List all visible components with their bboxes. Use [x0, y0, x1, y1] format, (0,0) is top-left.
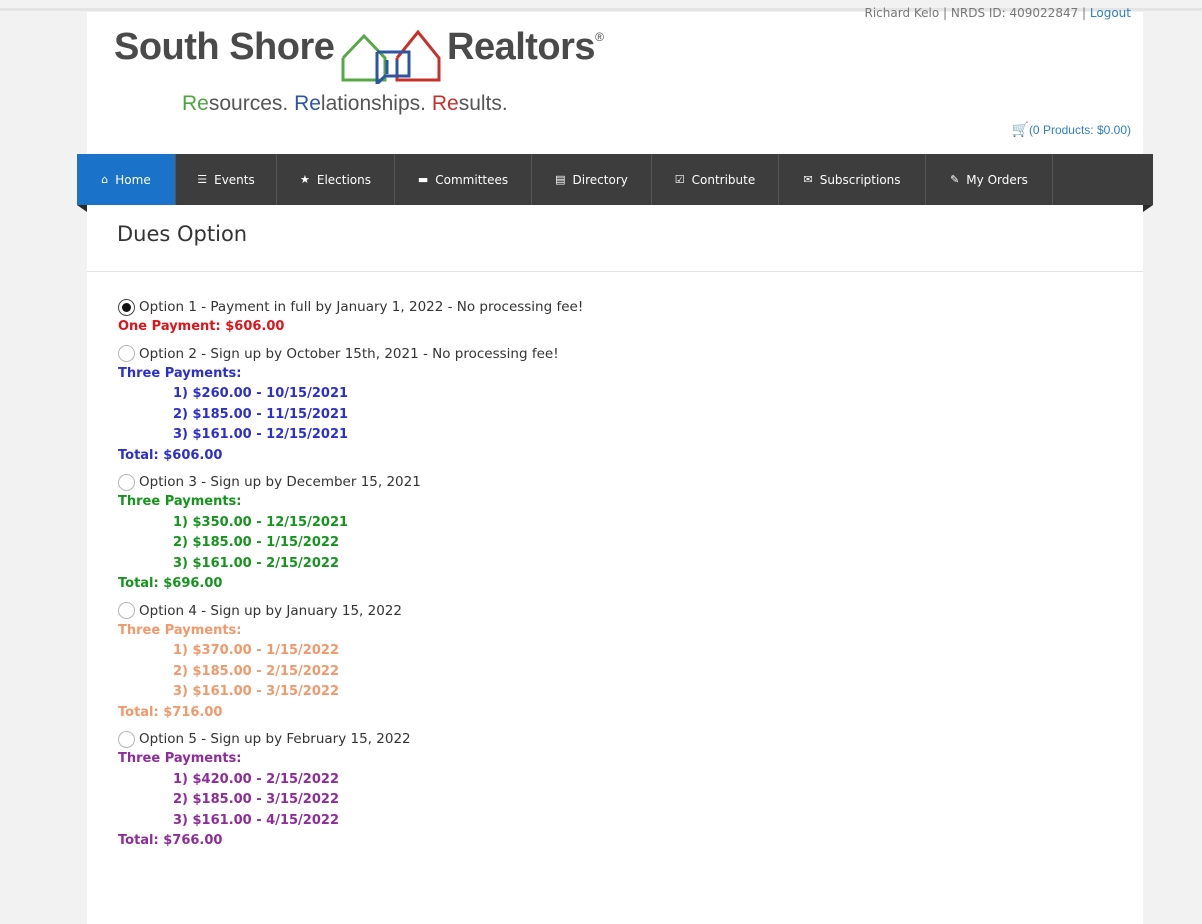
option-1-radio[interactable] — [118, 298, 135, 316]
nav-item-directory[interactable]: ▤ Directory — [532, 154, 652, 205]
nav-item-events[interactable]: ☰ Events — [176, 154, 277, 205]
option-2-heading: Three Payments: — [118, 365, 242, 381]
tagline-re-2: Re — [294, 92, 321, 115]
nav-label-contribute: Contribute — [691, 172, 756, 187]
cart-text: (0 Products: $0.00) — [1028, 123, 1131, 137]
option-1-heading: One Payment: $606.00 — [118, 319, 285, 334]
dues-option-2: Option 2 - Sign up by October 15th, 2021… — [118, 344, 583, 467]
page-container: Richard Kelo | NRDS ID: 409022847 | Logo… — [77, 6, 1153, 924]
nav-label-directory: Directory — [572, 172, 628, 187]
option-2-radio[interactable] — [118, 345, 135, 362]
nav-label-my-orders: My Orders — [966, 172, 1028, 187]
dues-option-3: Option 3 - Sign up by December 15, 2021 … — [118, 472, 583, 595]
option-3-payment-2: 2) $185.00 - 1/15/2022 — [173, 535, 339, 550]
tagline-results: sults. — [458, 92, 508, 115]
user-info: Richard Kelo | NRDS ID: 409022847 | — [864, 6, 1090, 20]
dues-option-1: Option 1 - Payment in full by January 1,… — [118, 297, 583, 338]
option-4-total: Total: $716.00 — [118, 704, 223, 720]
option-4-payment-3: 3) $161.00 - 3/15/2022 — [173, 684, 339, 699]
option-5-total: Total: $766.00 — [118, 833, 223, 848]
tagline-re-1: Re — [182, 92, 209, 115]
option-3-row[interactable]: Option 3 - Sign up by December 15, 2021 — [118, 472, 583, 492]
dues-options: Option 1 - Payment in full by January 1,… — [118, 297, 583, 858]
option-4-label: Option 4 - Sign up by January 15, 2022 — [139, 602, 402, 619]
option-1-row[interactable]: Option 1 - Payment in full by January 1,… — [118, 297, 583, 317]
comment-icon: ▬ — [417, 173, 429, 186]
option-5-heading: Three Payments: — [118, 751, 242, 766]
option-4-radio[interactable] — [118, 602, 135, 619]
logo-text-realtors: Realtors — [447, 26, 596, 68]
logout-link[interactable]: Logout — [1090, 6, 1131, 20]
houses-logo-icon — [341, 29, 441, 84]
list-icon: ☰ — [197, 173, 208, 186]
option-3-payment-3: 3) $161.00 - 2/15/2022 — [173, 555, 339, 571]
pin-icon: ✎ — [950, 173, 960, 186]
dues-option-4: Option 4 - Sign up by January 15, 2022 T… — [118, 601, 583, 724]
option-5-payment-2: 2) $185.00 - 3/15/2022 — [173, 792, 339, 807]
option-2-payment-1: 1) $260.00 - 10/15/2021 — [173, 386, 349, 401]
option-5-payment-1: 1) $420.00 - 2/15/2022 — [173, 771, 339, 787]
option-2-row[interactable]: Option 2 - Sign up by October 15th, 2021… — [118, 344, 583, 364]
nav-item-my-orders[interactable]: ✎ My Orders — [926, 154, 1053, 205]
option-4-payment-2: 2) $185.00 - 2/15/2022 — [173, 663, 339, 679]
nav-label-home: Home — [115, 172, 151, 187]
nav-item-subscriptions[interactable]: ✉ Subscriptions — [779, 154, 926, 205]
tagline-re-3: Re — [431, 92, 459, 115]
page-title-bar: Dues Option — [87, 205, 1143, 272]
option-4-heading: Three Payments: — [118, 622, 242, 638]
nav-label-subscriptions: Subscriptions — [819, 172, 901, 187]
tagline: Resources. Relationships. Results. — [182, 92, 508, 116]
main-nav: ⌂ Home ☰ Events ★ Elections ▬ Committees… — [77, 154, 1153, 212]
tagline-relationships: lationships. — [320, 92, 432, 115]
option-1-label: Option 1 - Payment in full by January 1,… — [139, 299, 584, 315]
star-icon: ★ — [299, 173, 310, 186]
option-2-total: Total: $606.00 — [118, 447, 223, 463]
option-2-payment-2: 2) $185.00 - 11/15/2021 — [173, 406, 349, 422]
option-3-radio[interactable] — [118, 473, 135, 491]
nav-item-home[interactable]: ⌂ Home — [77, 154, 176, 205]
nav-item-elections[interactable]: ★ Elections — [277, 154, 395, 205]
option-2-payment-3: 3) $161.00 - 12/15/2021 — [173, 427, 349, 442]
nav-item-committees[interactable]: ▬ Committees — [395, 154, 532, 205]
nav-label-events: Events — [214, 172, 255, 187]
nav-label-committees: Committees — [435, 172, 509, 187]
option-3-total: Total: $696.00 — [118, 576, 223, 591]
option-4-payment-1: 1) $370.00 - 1/15/2022 — [173, 643, 339, 658]
option-5-radio[interactable] — [118, 730, 135, 748]
user-bar: Richard Kelo | NRDS ID: 409022847 | Logo… — [865, 6, 1132, 20]
option-2-label: Option 2 - Sign up by October 15th, 2021… — [139, 345, 559, 362]
nav-label-elections: Elections — [316, 172, 371, 187]
tagline-resources: sources. — [208, 92, 295, 115]
logo-text-right: Realtors® — [447, 26, 604, 69]
cart-icon: 🛒 — [1011, 121, 1029, 137]
option-3-heading: Three Payments: — [118, 494, 242, 509]
option-5-payment-3: 3) $161.00 - 4/15/2022 — [173, 812, 339, 828]
option-3-label: Option 3 - Sign up by December 15, 2021 — [139, 474, 421, 490]
logo-text-left: South Shore — [114, 26, 335, 68]
option-3-payment-1: 1) $350.00 - 12/15/2021 — [173, 514, 349, 530]
option-4-row[interactable]: Option 4 - Sign up by January 15, 2022 — [118, 601, 583, 621]
dues-option-5: Option 5 - Sign up by February 15, 2022 … — [118, 729, 583, 852]
nav-item-contribute[interactable]: ☑ Contribute — [652, 154, 779, 205]
table-icon: ▤ — [555, 173, 566, 186]
cart-summary[interactable]: 🛒(0 Products: $0.00) — [1012, 121, 1132, 138]
option-5-row[interactable]: Option 5 - Sign up by February 15, 2022 — [118, 729, 583, 749]
envelope-icon: ✉ — [803, 173, 813, 186]
registered-mark: ® — [595, 30, 604, 44]
home-icon: ⌂ — [101, 173, 109, 186]
option-5-label: Option 5 - Sign up by February 15, 2022 — [139, 731, 411, 747]
check-square-icon: ☑ — [674, 173, 685, 186]
page-title: Dues Option — [117, 222, 248, 246]
